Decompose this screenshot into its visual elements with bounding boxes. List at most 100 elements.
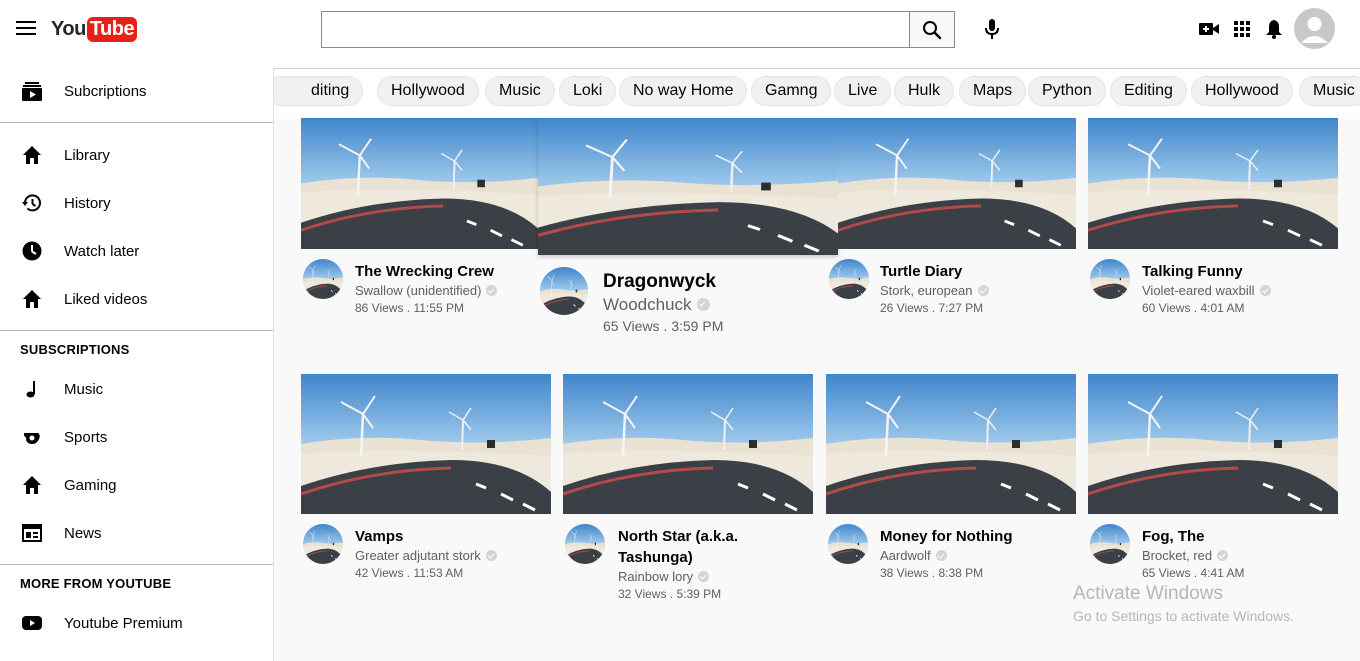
video-title[interactable]: North Star (a.k.a. Tashunga): [618, 526, 768, 568]
channel-avatar[interactable]: [540, 267, 588, 315]
apps-grid-icon: [1234, 21, 1250, 37]
chip[interactable]: Hollywood: [1191, 76, 1293, 106]
sidebar: Subcriptions Library History Watch later…: [0, 58, 273, 661]
video-title[interactable]: Money for Nothing: [880, 526, 1070, 547]
channel-name[interactable]: Stork, european: [880, 283, 989, 298]
chip[interactable]: diting: [274, 76, 364, 106]
channel-avatar[interactable]: [565, 524, 605, 564]
create-video-button[interactable]: [1197, 18, 1221, 40]
chip[interactable]: Live: [834, 76, 892, 106]
microphone-icon: [985, 19, 999, 39]
video-thumbnail[interactable]: [538, 118, 838, 255]
video-thumbnail[interactable]: [1088, 118, 1338, 249]
youtube-play-icon: [21, 612, 43, 634]
channel-avatar[interactable]: [303, 259, 343, 299]
search-button[interactable]: [909, 11, 955, 48]
sidebar-item-news[interactable]: News: [0, 511, 273, 555]
video-title[interactable]: The Wrecking Crew: [355, 261, 535, 282]
sidebar-item-label: Music: [64, 380, 104, 398]
video-meta: 65 Views . 4:41 AM: [1142, 566, 1245, 580]
video-title[interactable]: Dragonwyck: [603, 270, 716, 294]
sidebar-item-music[interactable]: Music: [0, 367, 273, 411]
watermark-subtitle: Go to Settings to activate Windows.: [1073, 608, 1294, 624]
bell-icon: [1266, 20, 1282, 39]
video-title[interactable]: Fog, The: [1142, 526, 1332, 547]
sidebar-item-label: History: [64, 194, 111, 212]
account-avatar[interactable]: [1294, 8, 1335, 49]
chip[interactable]: Maps: [959, 76, 1027, 106]
video-title[interactable]: Vamps: [355, 526, 545, 547]
sidebar-item-liked-videos[interactable]: Liked videos: [0, 277, 273, 321]
youtube-logo[interactable]: You Tube: [51, 16, 138, 42]
channel-avatar[interactable]: [303, 524, 343, 564]
sidebar-item-label: Youtube Premium: [64, 614, 183, 632]
chip[interactable]: No way Home: [619, 76, 748, 106]
channel-avatar[interactable]: [1090, 524, 1130, 564]
chip[interactable]: Python: [1028, 76, 1106, 106]
verified-check-icon: [1259, 285, 1271, 296]
sidebar-item-label: News: [64, 524, 102, 542]
sidebar-item-sports[interactable]: Sports: [0, 415, 273, 459]
sidebar-item-gaming[interactable]: Gaming: [0, 463, 273, 507]
chip-bar: diting Hollywood Music Loki No way Home …: [274, 69, 1360, 119]
channel-name[interactable]: Aardwolf: [880, 548, 947, 563]
sidebar-item-label: Gaming: [64, 476, 117, 494]
channel-avatar[interactable]: [829, 259, 869, 299]
channel-name-text: Violet-eared waxbill: [1142, 283, 1255, 298]
sidebar-item-watch-later[interactable]: Watch later: [0, 229, 273, 273]
chip[interactable]: Hulk: [894, 76, 955, 106]
video-meta: 26 Views . 7:27 PM: [880, 301, 984, 315]
chip[interactable]: Gamng: [751, 76, 832, 106]
video-meta: 86 Views . 11:55 PM: [355, 301, 464, 315]
video-thumbnail[interactable]: [826, 374, 1076, 514]
sidebar-item-label: Sports: [64, 428, 108, 446]
channel-name[interactable]: Swallow (unidentified): [355, 283, 498, 298]
video-title[interactable]: Talking Funny: [1142, 261, 1337, 282]
apps-button[interactable]: [1230, 18, 1254, 40]
video-thumbnail[interactable]: [563, 374, 813, 514]
video-meta: 38 Views . 8:38 PM: [880, 566, 984, 580]
chip[interactable]: Hollywood: [377, 76, 479, 106]
channel-name[interactable]: Violet-eared waxbill: [1142, 283, 1271, 298]
channel-avatar[interactable]: [828, 524, 868, 564]
video-thumbnail[interactable]: [838, 118, 1076, 249]
logo-you-text: You: [51, 17, 86, 40]
video-camera-plus-icon: [1199, 23, 1219, 35]
video-title[interactable]: Turtle Diary: [880, 261, 1070, 282]
top-header: You Tube: [0, 0, 1360, 58]
sidebar-item-history[interactable]: History: [0, 181, 273, 225]
channel-name-text: Rainbow lory: [618, 569, 694, 584]
channel-name[interactable]: Woodchuck: [603, 295, 710, 315]
sports-icon: [21, 426, 43, 448]
sidebar-item-label: Liked videos: [64, 290, 148, 308]
search-input[interactable]: [321, 11, 910, 48]
channel-name[interactable]: Brocket, red: [1142, 548, 1229, 563]
channel-name-text: Greater adjutant stork: [355, 548, 481, 563]
chip[interactable]: Music: [1299, 76, 1360, 106]
chip[interactable]: Music: [485, 76, 555, 106]
video-thumbnail[interactable]: [301, 374, 551, 514]
notifications-button[interactable]: [1262, 18, 1286, 40]
channel-name-text: Brocket, red: [1142, 548, 1213, 563]
menu-icon[interactable]: [14, 18, 38, 38]
channel-avatar[interactable]: [1090, 259, 1130, 299]
channel-name[interactable]: Rainbow lory: [618, 569, 710, 584]
channel-name[interactable]: Greater adjutant stork: [355, 548, 497, 563]
sidebar-item-library[interactable]: Library: [0, 133, 273, 177]
mic-button[interactable]: [980, 16, 1004, 42]
chip[interactable]: Editing: [1110, 76, 1187, 106]
channel-name-text: Stork, european: [880, 283, 973, 298]
chip[interactable]: Loki: [559, 76, 617, 106]
sidebar-divider: [0, 330, 273, 331]
verified-check-icon: [1217, 550, 1229, 561]
sidebar-item-subscriptions[interactable]: Subcriptions: [0, 69, 273, 113]
sidebar-item-youtube-premium[interactable]: Youtube Premium: [0, 601, 273, 645]
clock-icon: [21, 240, 43, 262]
news-icon: [21, 522, 43, 544]
verified-check-icon: [935, 550, 947, 561]
sidebar-item-label: Library: [64, 146, 110, 164]
music-note-icon: [21, 378, 43, 400]
video-thumbnail[interactable]: [1088, 374, 1338, 514]
video-thumbnail[interactable]: [301, 118, 538, 249]
watermark-title: Activate Windows: [1073, 583, 1223, 604]
